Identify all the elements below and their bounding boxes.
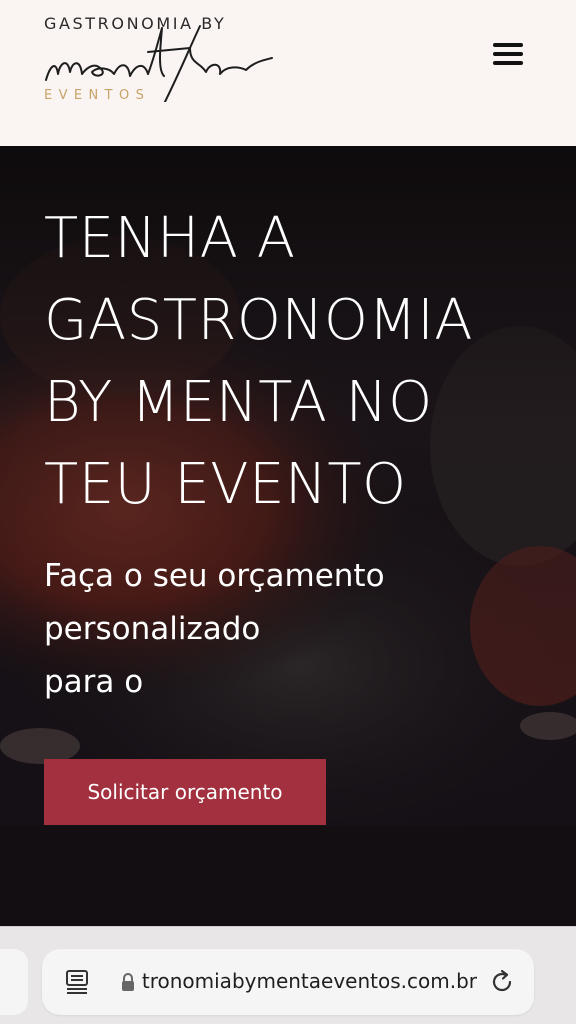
previous-tab-stub[interactable]: [0, 949, 28, 1015]
hero-subtitle-line: para o: [44, 664, 144, 700]
reload-icon[interactable]: [488, 968, 516, 996]
url-text[interactable]: gastronomiabymentaeventos.com.br: [142, 969, 477, 997]
address-bar[interactable]: gastronomiabymentaeventos.com.br: [42, 949, 534, 1015]
hero-subtitle-line: Faça o seu orçamento: [44, 558, 385, 594]
hero-subtitle-line: personalizado: [44, 611, 261, 647]
page: GASTRONOMIA BY EVENTOS TENHA A GASTRONOM…: [0, 0, 576, 1024]
logo-bottom-text: EVENTOS: [44, 88, 151, 103]
browser-toolbar: gastronomiabymentaeventos.com.br: [0, 926, 576, 1024]
hero-title: TENHA A GASTRONOMIA BY MENTA NO TEU EVEN…: [44, 206, 474, 517]
hamburger-menu-icon[interactable]: [488, 38, 528, 70]
lock-icon: [122, 973, 134, 991]
hero-section: TENHA A GASTRONOMIA BY MENTA NO TEU EVEN…: [0, 146, 576, 926]
reader-mode-icon[interactable]: [64, 969, 90, 995]
hero-subtitle: Faça o seu orçamento personalizado para …: [44, 550, 504, 709]
request-quote-button[interactable]: Solicitar orçamento: [44, 759, 326, 825]
site-logo[interactable]: GASTRONOMIA BY EVENTOS: [40, 8, 280, 108]
site-header: GASTRONOMIA BY EVENTOS: [0, 0, 576, 146]
